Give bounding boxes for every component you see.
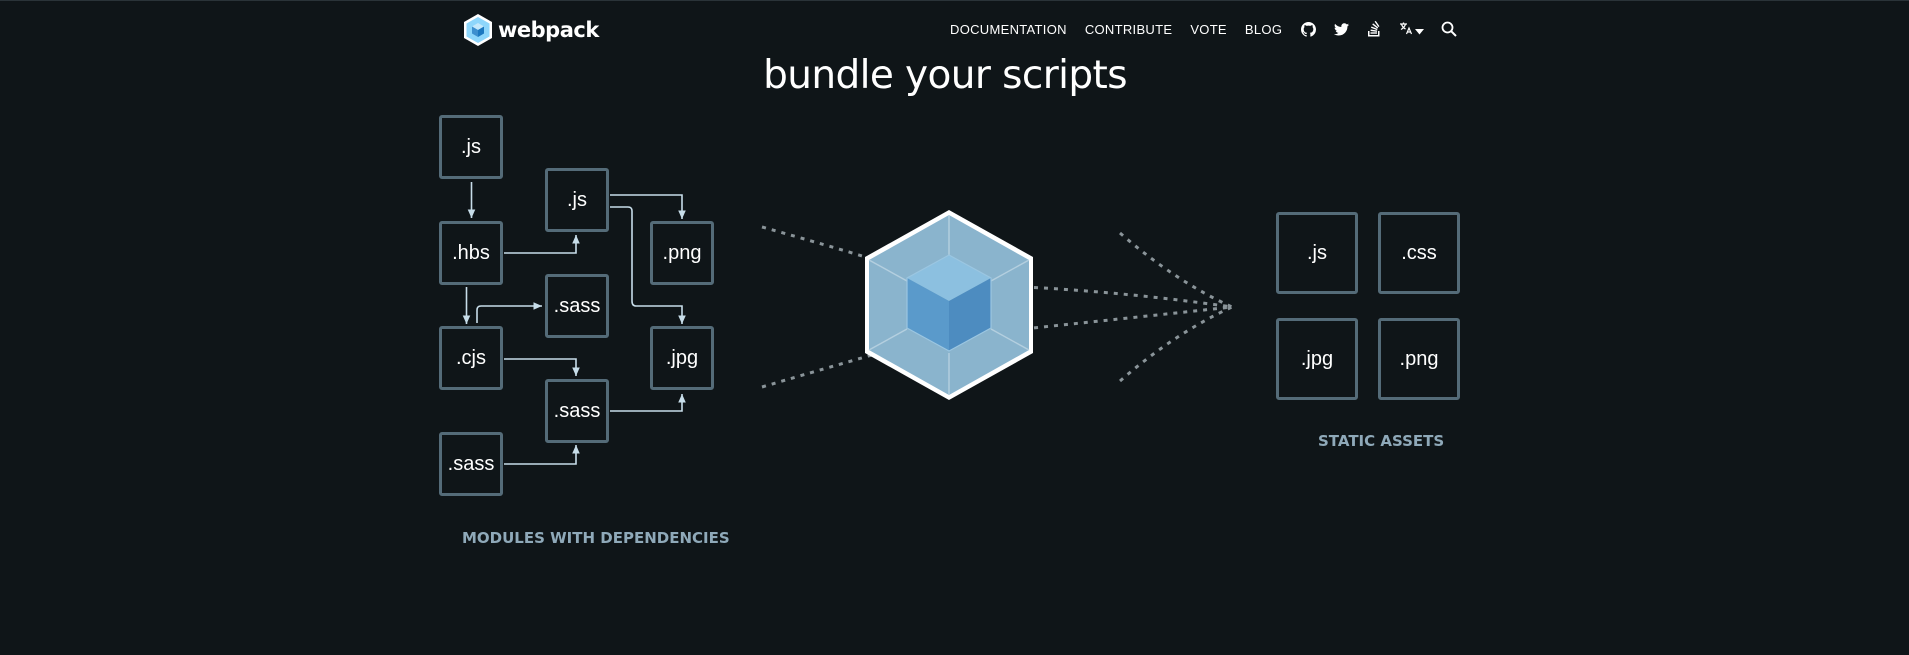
module-box-jpg: .jpg	[650, 326, 714, 390]
modules-caption: MODULES WITH DEPENDENCIES	[462, 529, 730, 547]
module-box-hbs: .hbs	[439, 221, 503, 285]
github-icon[interactable]	[1300, 21, 1316, 37]
page-title: bundle your scripts	[763, 53, 1127, 98]
asset-box-js: .js	[1276, 212, 1358, 294]
module-box-sass: .sass	[545, 274, 609, 338]
nav-link-documentation[interactable]: DOCUMENTATION	[950, 22, 1067, 37]
stackoverflow-icon[interactable]	[1366, 21, 1382, 37]
module-box-png: .png	[650, 221, 714, 285]
page: webpack DOCUMENTATION CONTRIBUTE VOTE BL…	[0, 0, 1909, 655]
main-nav: DOCUMENTATION CONTRIBUTE VOTE BLOG	[950, 19, 1474, 39]
flow-dotted-lines	[761, 225, 1233, 389]
nav-link-blog[interactable]: BLOG	[1245, 22, 1282, 37]
module-box-sass: .sass	[439, 432, 503, 496]
brand-name: webpack	[498, 18, 599, 42]
twitter-icon[interactable]	[1333, 21, 1349, 37]
nav-link-contribute[interactable]: CONTRIBUTE	[1085, 22, 1173, 37]
module-box-js: .js	[439, 115, 503, 179]
search-icon[interactable]	[1441, 21, 1457, 37]
webpack-cube-icon	[865, 210, 1033, 400]
logo-link[interactable]: webpack	[462, 11, 599, 49]
chevron-down-icon	[1415, 20, 1425, 39]
asset-box-png: .png	[1378, 318, 1460, 400]
module-box-cjs: .cjs	[439, 326, 503, 390]
language-icon	[1399, 20, 1413, 39]
bundle-diagram	[462, 182, 1233, 465]
language-switcher[interactable]	[1399, 20, 1425, 39]
asset-box-css: .css	[1378, 212, 1460, 294]
module-box-js: .js	[545, 168, 609, 232]
module-box-sass: .sass	[545, 379, 609, 443]
navbar: webpack DOCUMENTATION CONTRIBUTE VOTE BL…	[0, 1, 1909, 57]
asset-box-jpg: .jpg	[1276, 318, 1358, 400]
webpack-logo-icon	[462, 13, 494, 47]
assets-caption: STATIC ASSETS	[1318, 432, 1445, 450]
nav-link-vote[interactable]: VOTE	[1190, 22, 1227, 37]
